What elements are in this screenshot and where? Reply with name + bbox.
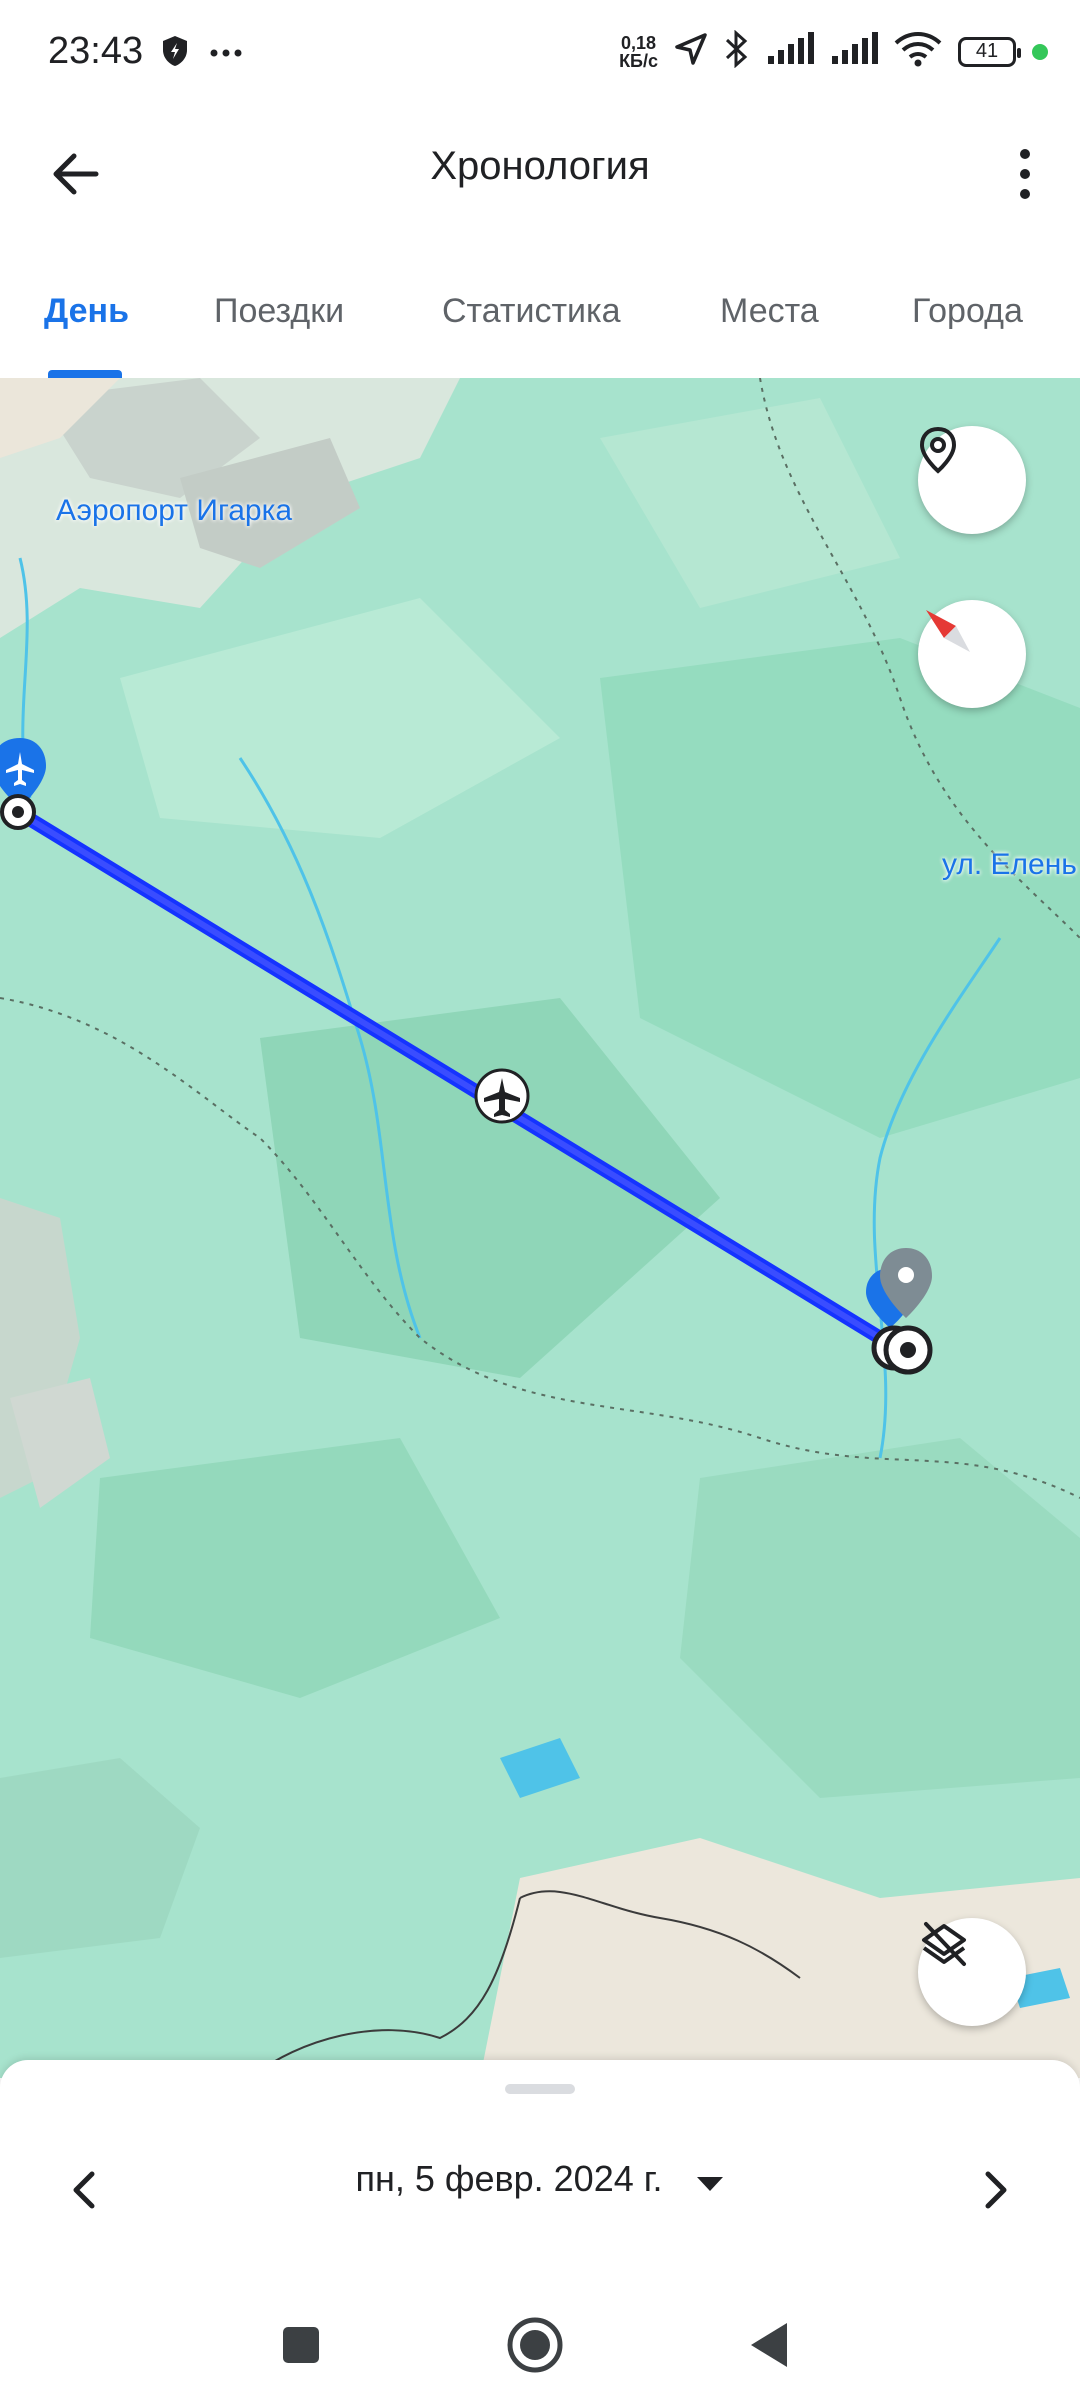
wifi-icon xyxy=(894,31,942,72)
home-button[interactable] xyxy=(500,2310,570,2380)
network-speed: 0,18 КБ/с xyxy=(619,34,658,70)
next-day-button[interactable] xyxy=(970,2160,1020,2220)
status-bar: 23:43 0,18 КБ/с 41 xyxy=(0,0,1080,110)
status-right-icons: 0,18 КБ/с 41 xyxy=(619,29,1048,73)
layers-off-icon xyxy=(922,1922,966,1966)
system-nav-bar xyxy=(0,2280,1080,2400)
tab-cities[interactable]: Города xyxy=(912,292,1023,331)
selected-date: пн, 5 февр. 2024 г. xyxy=(355,2158,663,2199)
location-arrow-icon xyxy=(674,32,708,71)
privacy-indicator xyxy=(1032,43,1048,60)
more-dots-icon xyxy=(210,45,242,63)
triangle-back-icon xyxy=(751,2323,787,2367)
app-bar: Хронология xyxy=(0,110,1080,230)
recenter-button[interactable] xyxy=(918,426,1026,534)
start-place-label[interactable]: Аэропорт Игарка xyxy=(56,494,292,528)
layers-toggle-button[interactable] xyxy=(918,1918,1026,2026)
speed-unit: КБ/с xyxy=(619,50,658,71)
bluetooth-icon xyxy=(724,29,750,73)
flight-segment-icon[interactable] xyxy=(474,1068,530,1124)
shield-icon xyxy=(160,34,190,73)
tab-statistics[interactable]: Статистика xyxy=(442,292,621,331)
status-left-icons xyxy=(160,34,242,73)
home-circle-icon xyxy=(507,2317,563,2373)
date-bottom-sheet: пн, 5 февр. 2024 г. xyxy=(0,2060,1080,2280)
compass-icon xyxy=(926,610,970,652)
map-view[interactable]: Аэропорт Игарка ул. Елень xyxy=(0,378,1080,2078)
status-time: 23:43 xyxy=(48,30,144,72)
more-vert-icon xyxy=(1020,149,1030,199)
chevron-right-icon xyxy=(985,2171,1007,2209)
tab-day[interactable]: День xyxy=(44,292,129,331)
signal-icon xyxy=(766,32,814,71)
battery-level: 41 xyxy=(975,40,999,62)
page-title: Хронология xyxy=(430,144,650,188)
sheet-drag-handle[interactable] xyxy=(505,2084,575,2094)
dropdown-arrow-icon xyxy=(695,2160,725,2202)
compass-button[interactable] xyxy=(918,600,1026,708)
tab-places[interactable]: Места xyxy=(720,292,819,331)
speed-value: 0,18 xyxy=(621,32,657,53)
square-icon xyxy=(283,2327,319,2363)
tab-trips[interactable]: Поездки xyxy=(214,292,344,331)
signal-icon xyxy=(830,32,878,71)
tab-bar: День Поездки Статистика Места Города xyxy=(0,240,1080,379)
back-nav-button[interactable] xyxy=(734,2310,804,2380)
end-place-label[interactable]: ул. Елень xyxy=(942,848,1077,882)
overflow-menu-button[interactable] xyxy=(1010,144,1040,204)
recents-button[interactable] xyxy=(266,2310,336,2380)
place-pin-icon xyxy=(919,426,957,474)
start-marker[interactable] xyxy=(0,738,46,830)
date-selector[interactable]: пн, 5 февр. 2024 г. xyxy=(0,2158,1080,2202)
battery-icon: 41 xyxy=(958,36,1021,67)
active-tab-indicator xyxy=(48,370,122,378)
